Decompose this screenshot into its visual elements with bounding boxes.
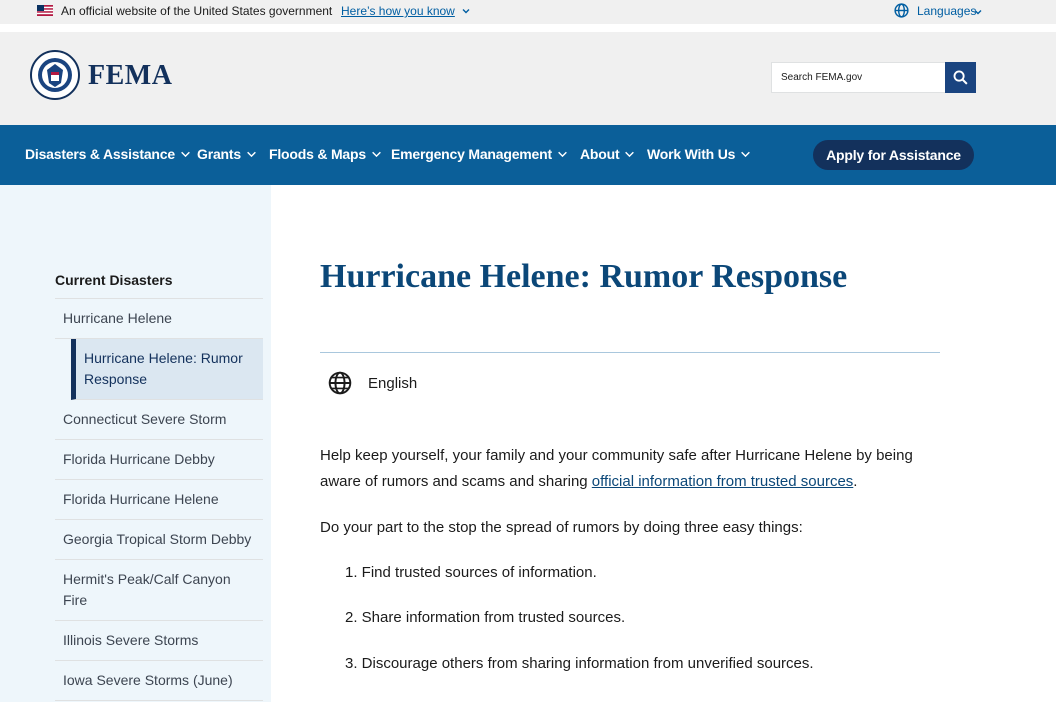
language-selector[interactable]: English xyxy=(327,370,417,396)
search-input[interactable] xyxy=(772,63,945,92)
sidebar-item-illinois-severe-storms[interactable]: Illinois Severe Storms xyxy=(55,621,263,661)
sidebar-item-iowa-severe-storms[interactable]: Iowa Severe Storms (June) xyxy=(55,661,263,701)
intro-end: . xyxy=(853,473,858,490)
page-title: Hurricane Helene: Rumor Response xyxy=(320,258,848,295)
search-box xyxy=(771,62,946,93)
trusted-sources-link[interactable]: official information from trusted source… xyxy=(592,473,854,490)
chevron-down-icon[interactable] xyxy=(973,7,983,17)
chevron-down-icon xyxy=(741,151,751,157)
how-you-know-link[interactable]: Here’s how you know xyxy=(341,4,455,18)
nav-floods-maps[interactable]: Floods & Maps xyxy=(269,146,382,162)
sidebar-item-hermits-peak-fire[interactable]: Hermit's Peak/Calf Canyon Fire xyxy=(55,560,263,621)
sidebar-list: Hurricane Helene Hurricane Helene: Rumor… xyxy=(55,298,263,701)
globe-icon[interactable] xyxy=(893,2,910,19)
nav-item-label: Grants xyxy=(197,146,241,162)
official-site-text: An official website of the United States… xyxy=(61,4,333,18)
dhs-seal-logo[interactable] xyxy=(30,50,80,100)
nav-item-label: Floods & Maps xyxy=(269,146,366,162)
chevron-down-icon xyxy=(181,151,190,157)
gov-banner: An official website of the United States… xyxy=(0,0,1056,24)
chevron-down-icon xyxy=(558,151,567,157)
language-label: English xyxy=(368,374,418,392)
chevron-down-icon xyxy=(625,151,635,157)
nav-work-with-us[interactable]: Work With Us xyxy=(647,146,751,162)
apply-for-assistance-button[interactable]: Apply for Assistance xyxy=(813,140,974,170)
list-item: 3. Discourage others from sharing inform… xyxy=(345,655,814,672)
list-item: 2. Share information from trusted source… xyxy=(345,609,626,626)
search-icon xyxy=(953,70,968,85)
sidebar: Current Disasters Hurricane Helene Hurri… xyxy=(0,185,271,702)
nav-about[interactable]: About xyxy=(580,146,635,162)
site-header: FEMA xyxy=(0,32,1056,125)
languages-button[interactable]: Languages xyxy=(917,4,976,18)
nav-item-label: About xyxy=(580,146,620,162)
main-nav: Disasters & Assistance Grants Floods & M… xyxy=(0,125,1056,185)
divider xyxy=(320,352,940,353)
nav-disasters-assistance[interactable]: Disasters & Assistance xyxy=(25,146,191,162)
sidebar-item-florida-hurricane-debby[interactable]: Florida Hurricane Debby xyxy=(55,440,263,480)
list-item: 1. Find trusted sources of information. xyxy=(345,564,597,581)
us-flag-icon xyxy=(37,5,53,16)
nav-emergency-management[interactable]: Emergency Management xyxy=(391,146,568,162)
sidebar-item-georgia-tropical-storm-debby[interactable]: Georgia Tropical Storm Debby xyxy=(55,520,263,560)
sidebar-item-hurricane-helene[interactable]: Hurricane Helene xyxy=(55,299,263,339)
nav-item-label: Work With Us xyxy=(647,146,736,162)
sidebar-item-rumor-response[interactable]: Hurricane Helene: Rumor Response xyxy=(71,339,263,400)
chevron-down-icon[interactable] xyxy=(461,6,471,16)
chevron-down-icon xyxy=(372,151,381,157)
nav-item-label: Emergency Management xyxy=(391,146,552,162)
intro-paragraph: Help keep yourself, your family and your… xyxy=(320,443,950,495)
nav-grants[interactable]: Grants xyxy=(197,146,257,162)
nav-item-label: Disasters & Assistance xyxy=(25,146,175,162)
globe-icon xyxy=(328,371,352,395)
sidebar-title[interactable]: Current Disasters xyxy=(55,272,173,288)
sidebar-item-connecticut-severe-storm[interactable]: Connecticut Severe Storm xyxy=(55,400,263,440)
chevron-down-icon xyxy=(247,151,256,157)
sidebar-item-florida-hurricane-helene[interactable]: Florida Hurricane Helene xyxy=(55,480,263,520)
subhead-paragraph: Do your part to the stop the spread of r… xyxy=(320,519,803,536)
fema-logo-text[interactable]: FEMA xyxy=(88,60,172,92)
search-button[interactable] xyxy=(945,62,976,93)
